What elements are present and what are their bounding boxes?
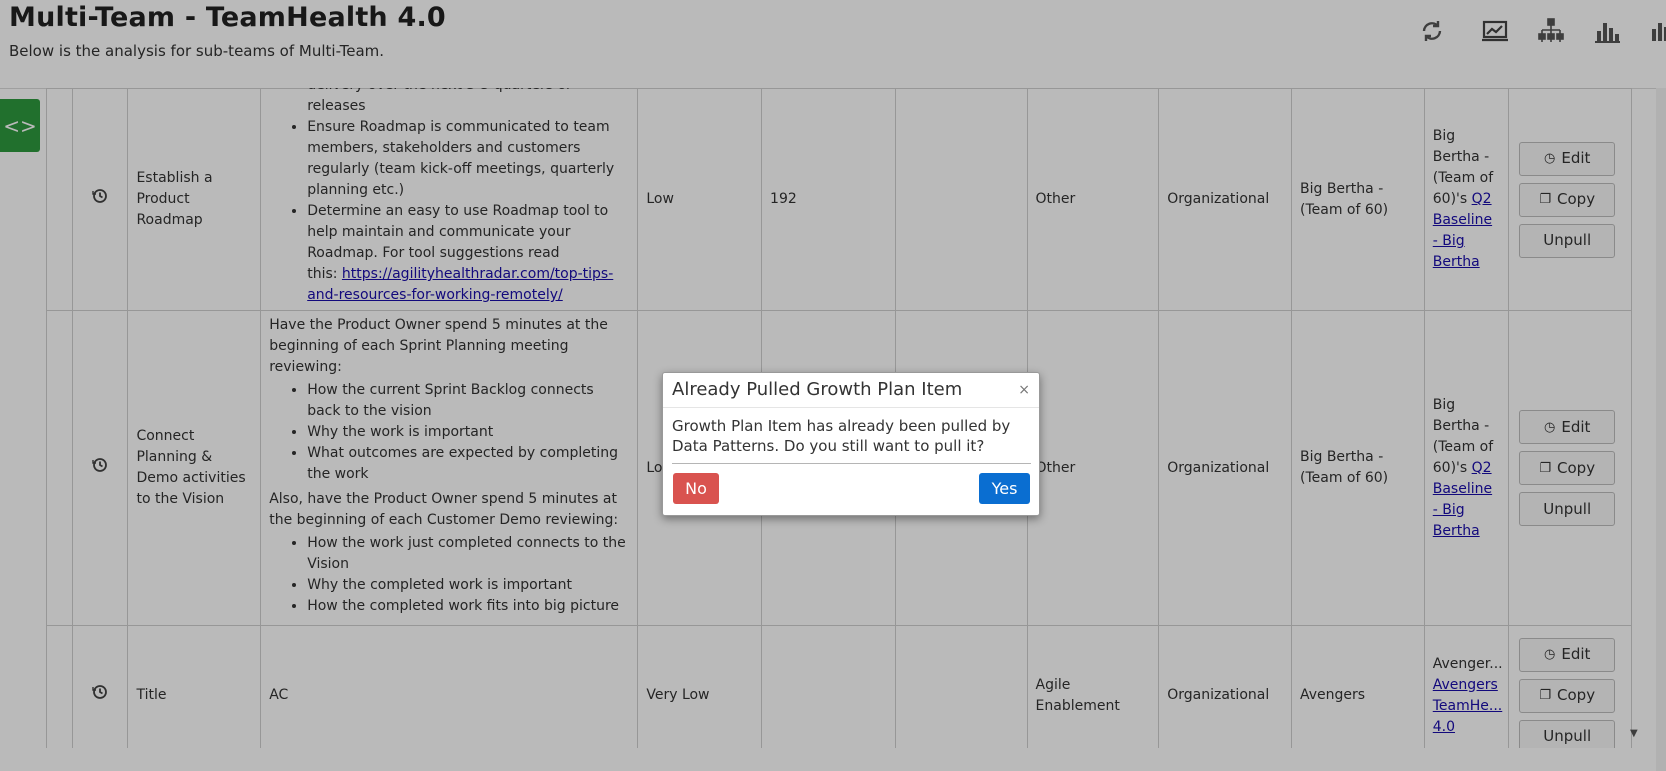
close-icon[interactable]: × — [1018, 382, 1030, 398]
yes-button[interactable]: Yes — [979, 473, 1030, 504]
no-button[interactable]: No — [673, 473, 719, 504]
dialog-divider — [672, 463, 1031, 464]
dialog-title: Already Pulled Growth Plan Item — [672, 379, 963, 400]
dialog-message: Growth Plan Item has already been pulled… — [672, 417, 1011, 455]
confirm-pull-dialog: Already Pulled Growth Plan Item × Growth… — [662, 372, 1040, 516]
dialog-header: Already Pulled Growth Plan Item × — [663, 373, 1039, 408]
